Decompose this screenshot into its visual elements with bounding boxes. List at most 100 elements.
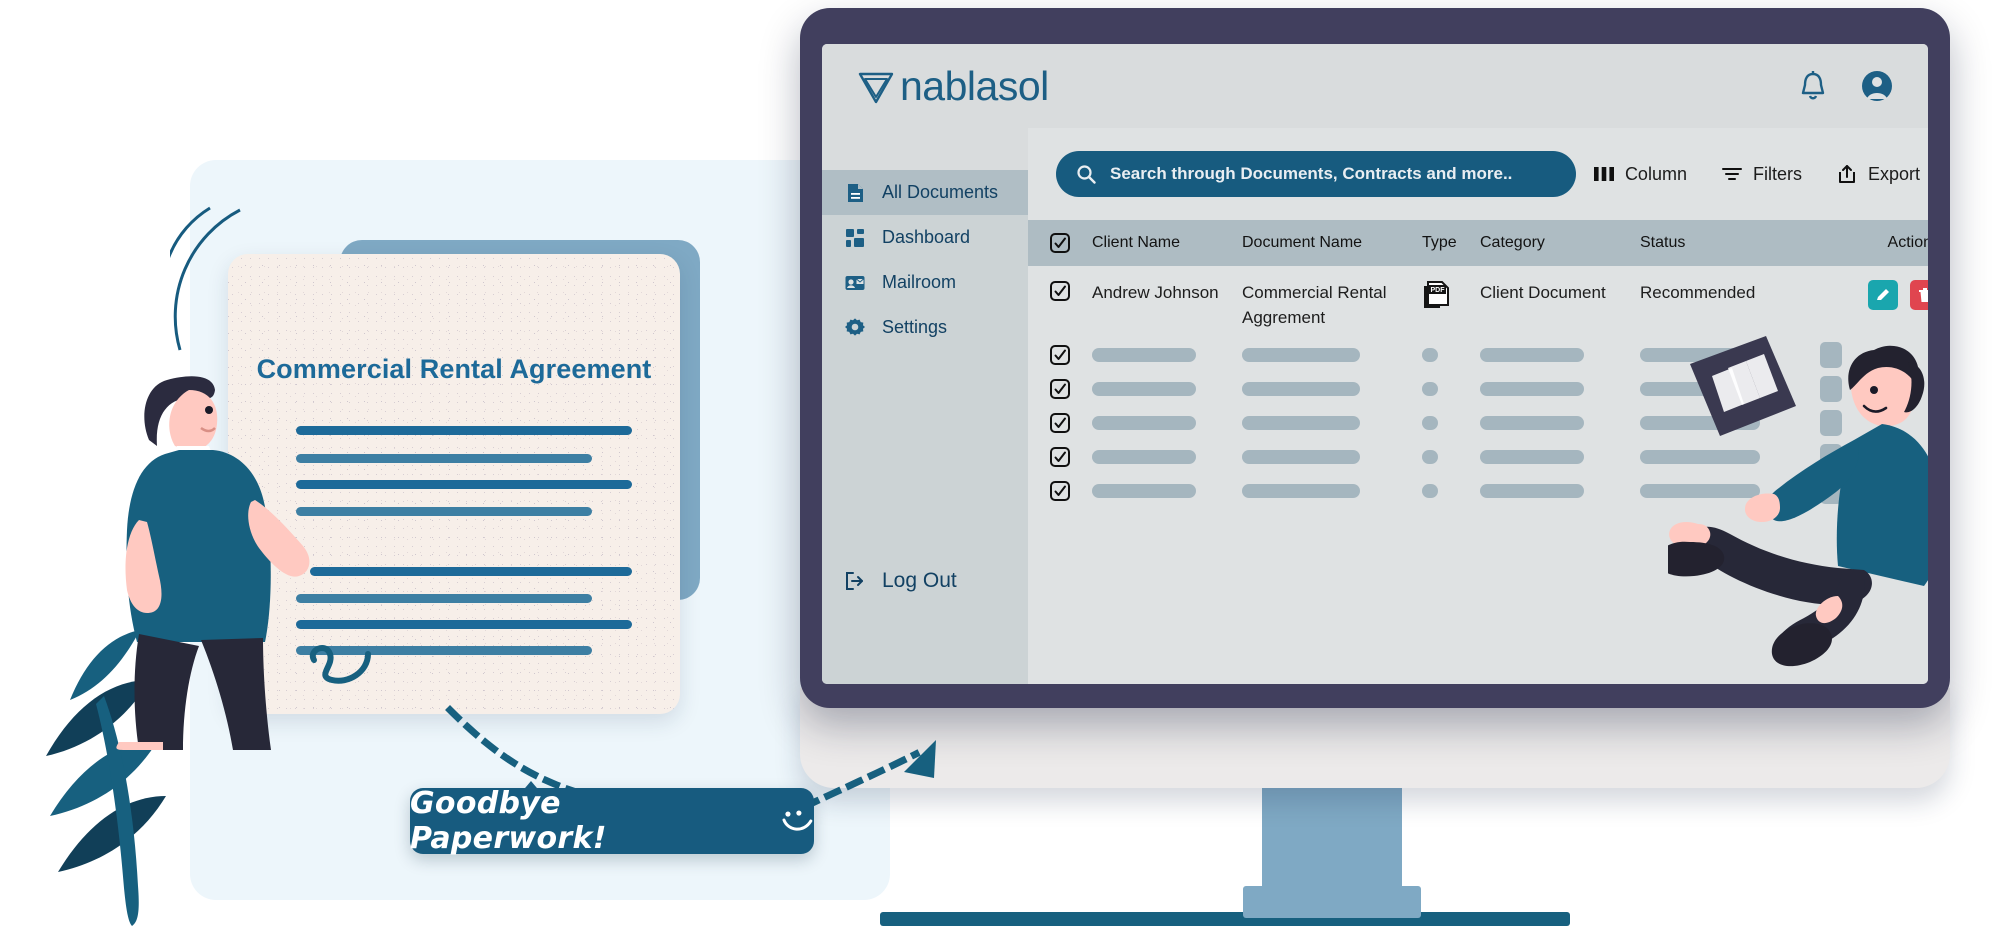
sidebar-top-spacer [822, 128, 1028, 170]
skeleton-cell [1242, 382, 1422, 396]
skeleton-bar [1422, 416, 1438, 430]
sidebar-logout-button[interactable]: Log Out [822, 558, 1028, 604]
skeleton-bar [1092, 382, 1196, 396]
filter-icon [1721, 168, 1742, 180]
row-checkbox[interactable] [1028, 280, 1092, 302]
monitor-neck-foot [1243, 886, 1421, 918]
skeleton-cell [1092, 416, 1242, 430]
svg-text:PDF: PDF [1431, 287, 1446, 294]
skeleton-cell [1092, 348, 1242, 362]
skeleton-cell [1242, 484, 1422, 498]
checkbox-checked-icon [1050, 281, 1070, 301]
column-header-client-name[interactable]: Client Name [1092, 234, 1242, 252]
sidebar-item-label: Settings [882, 317, 948, 337]
checkbox-checked-icon [1050, 233, 1070, 253]
monitor-base [880, 912, 1570, 926]
skeleton-bar [1242, 416, 1360, 430]
search-input[interactable]: Search through Documents, Contracts and … [1056, 151, 1576, 197]
column-header-type[interactable]: Type [1422, 234, 1480, 252]
grid-dashboard-icon [846, 228, 864, 247]
person-sitting-illustration [1668, 336, 1928, 667]
export-button[interactable]: Export [1836, 164, 1920, 185]
sidebar-item-settings[interactable]: Settings [822, 305, 1028, 350]
gear-icon [845, 317, 865, 336]
toolbar-buttons: Column Filters Export [1593, 164, 1928, 185]
column-header-status[interactable]: Status [1640, 234, 1820, 252]
skeleton-bar [1092, 484, 1196, 498]
filters-button[interactable]: Filters [1721, 164, 1802, 185]
nablasol-triangle-logo-icon [858, 72, 894, 104]
sidebar-item-label: Mailroom [882, 272, 957, 292]
callout-tail [520, 781, 542, 794]
search-icon [1077, 165, 1096, 184]
delete-button[interactable] [1910, 280, 1928, 310]
cell-type: PDF [1422, 280, 1480, 315]
column-header-category[interactable]: Category [1480, 234, 1640, 252]
skeleton-cell [1422, 416, 1480, 430]
monitor-neck [1262, 780, 1402, 895]
skeleton-cell [1242, 450, 1422, 464]
skeleton-bar [1422, 484, 1438, 498]
skeleton-bar [1242, 348, 1360, 362]
pdf-file-icon: PDF [1424, 281, 1449, 308]
skeleton-cell [1422, 348, 1480, 362]
user-avatar-icon[interactable] [1860, 69, 1894, 103]
row-checkbox[interactable] [1028, 344, 1092, 366]
skeleton-cell [1480, 484, 1640, 498]
skeleton-bar [1480, 382, 1584, 396]
content-area: Search through Documents, Contracts and … [1028, 128, 1928, 684]
skeleton-cell [1092, 484, 1242, 498]
skeleton-bar [1480, 416, 1584, 430]
delete-trash-icon [1919, 288, 1928, 302]
column-header-document-name[interactable]: Document Name [1242, 234, 1422, 252]
skeleton-cell [1480, 382, 1640, 396]
checkbox-checked-icon [1050, 413, 1070, 433]
checkbox-checked-icon [1050, 345, 1070, 365]
skeleton-bar [1422, 348, 1438, 362]
select-all-checkbox[interactable] [1028, 232, 1092, 254]
skeleton-cell [1092, 382, 1242, 396]
smiley-face-icon [782, 810, 813, 831]
mail-card-icon [845, 275, 865, 290]
sidebar-item-label: Dashboard [882, 227, 971, 247]
column-button-label: Column [1624, 163, 1687, 184]
document-name-line-2: Aggrement [1242, 308, 1326, 327]
table-header-row: Client Name Document Name Type Category … [1028, 220, 1928, 266]
skeleton-cell [1092, 450, 1242, 464]
skeleton-bar [1480, 450, 1584, 464]
export-upload-icon [1838, 165, 1855, 183]
skeleton-bar [1480, 348, 1584, 362]
bell-icon[interactable] [1796, 69, 1830, 103]
skeleton-cell [1480, 416, 1640, 430]
sidebar-item-dashboard[interactable]: Dashboard [822, 215, 1028, 260]
search-placeholder: Search through Documents, Contracts and … [1110, 164, 1513, 183]
logout-arrow-icon [846, 572, 863, 590]
checkbox-checked-icon [1050, 447, 1070, 467]
skeleton-bar [1242, 484, 1360, 498]
skeleton-bar [1092, 416, 1196, 430]
goodbye-paperwork-callout: Goodbye Paperwork! [410, 786, 814, 856]
column-button[interactable]: Column [1593, 164, 1687, 185]
skeleton-bar [1480, 484, 1584, 498]
sidebar-item-all-documents[interactable]: All Documents [822, 170, 1028, 215]
row-checkbox[interactable] [1028, 412, 1092, 434]
sidebar-item-mailroom[interactable]: Mailroom [822, 260, 1028, 305]
filters-button-label: Filters [1752, 163, 1802, 184]
skeleton-cell [1242, 416, 1422, 430]
document-name-line-1: Commercial Rental [1242, 283, 1387, 302]
row-checkbox[interactable] [1028, 378, 1092, 400]
app-screen: nablasol All Documents Dashboard Mailroo… [822, 44, 1928, 684]
app-header: nablasol [822, 44, 1928, 128]
edit-button[interactable] [1867, 280, 1898, 310]
skeleton-bar [1422, 450, 1438, 464]
app-body: All Documents Dashboard Mailroom Setting… [822, 128, 1928, 684]
skeleton-cell [1480, 348, 1640, 362]
export-button-label: Export [1867, 163, 1920, 184]
skeleton-cell [1480, 450, 1640, 464]
skeleton-bar [1422, 382, 1438, 396]
brand[interactable]: nablasol [856, 63, 1049, 110]
row-checkbox[interactable] [1028, 446, 1092, 468]
skeleton-bar [1242, 382, 1360, 396]
row-checkbox[interactable] [1028, 480, 1092, 502]
cell-document-name: Commercial Rental Aggrement [1242, 280, 1422, 330]
